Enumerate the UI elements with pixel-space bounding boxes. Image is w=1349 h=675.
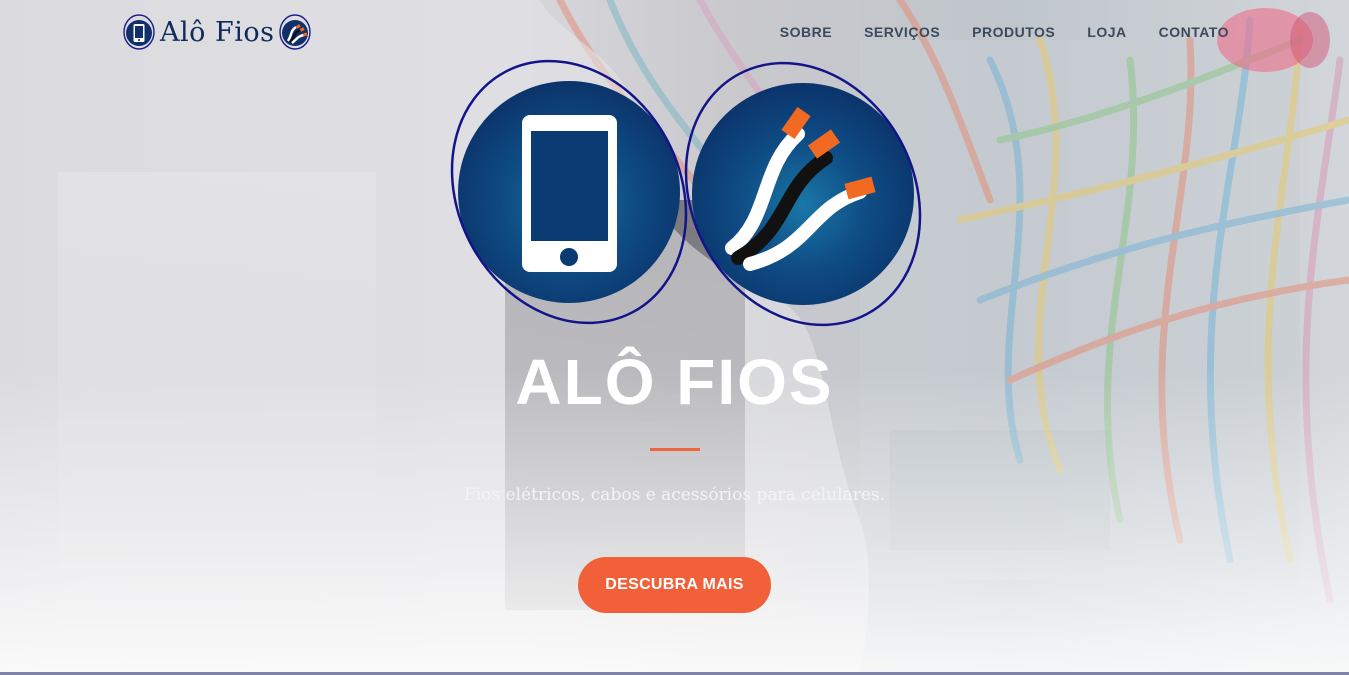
hero-title: ALÔ FIOS bbox=[515, 346, 834, 418]
discover-more-button[interactable]: DESCUBRA MAIS bbox=[578, 557, 771, 613]
logo-text: Alô Fios bbox=[160, 16, 275, 48]
nav-item-servicos[interactable]: SERVIÇOS bbox=[864, 22, 940, 42]
phone-icon bbox=[123, 14, 155, 50]
hero-section: Alô Fios SOBRE SERVIÇOS PRODUTOS LOJA CO… bbox=[0, 0, 1349, 672]
nav-item-produtos[interactable]: PRODUTOS bbox=[972, 22, 1055, 42]
hero-subtitle: Fios elétricos, cabos e acessórios para … bbox=[463, 485, 886, 505]
wires-icon bbox=[684, 61, 922, 327]
nav-item-contato[interactable]: CONTATO bbox=[1159, 22, 1229, 42]
smartphone-icon bbox=[450, 59, 688, 325]
nav-item-loja[interactable]: LOJA bbox=[1087, 22, 1126, 42]
main-nav: SOBRE SERVIÇOS PRODUTOS LOJA CONTATO bbox=[748, 22, 1229, 42]
nav-item-sobre[interactable]: SOBRE bbox=[780, 22, 832, 42]
brand-logo[interactable]: Alô Fios bbox=[122, 11, 312, 53]
title-divider bbox=[650, 448, 700, 451]
cable-icon bbox=[279, 14, 312, 50]
